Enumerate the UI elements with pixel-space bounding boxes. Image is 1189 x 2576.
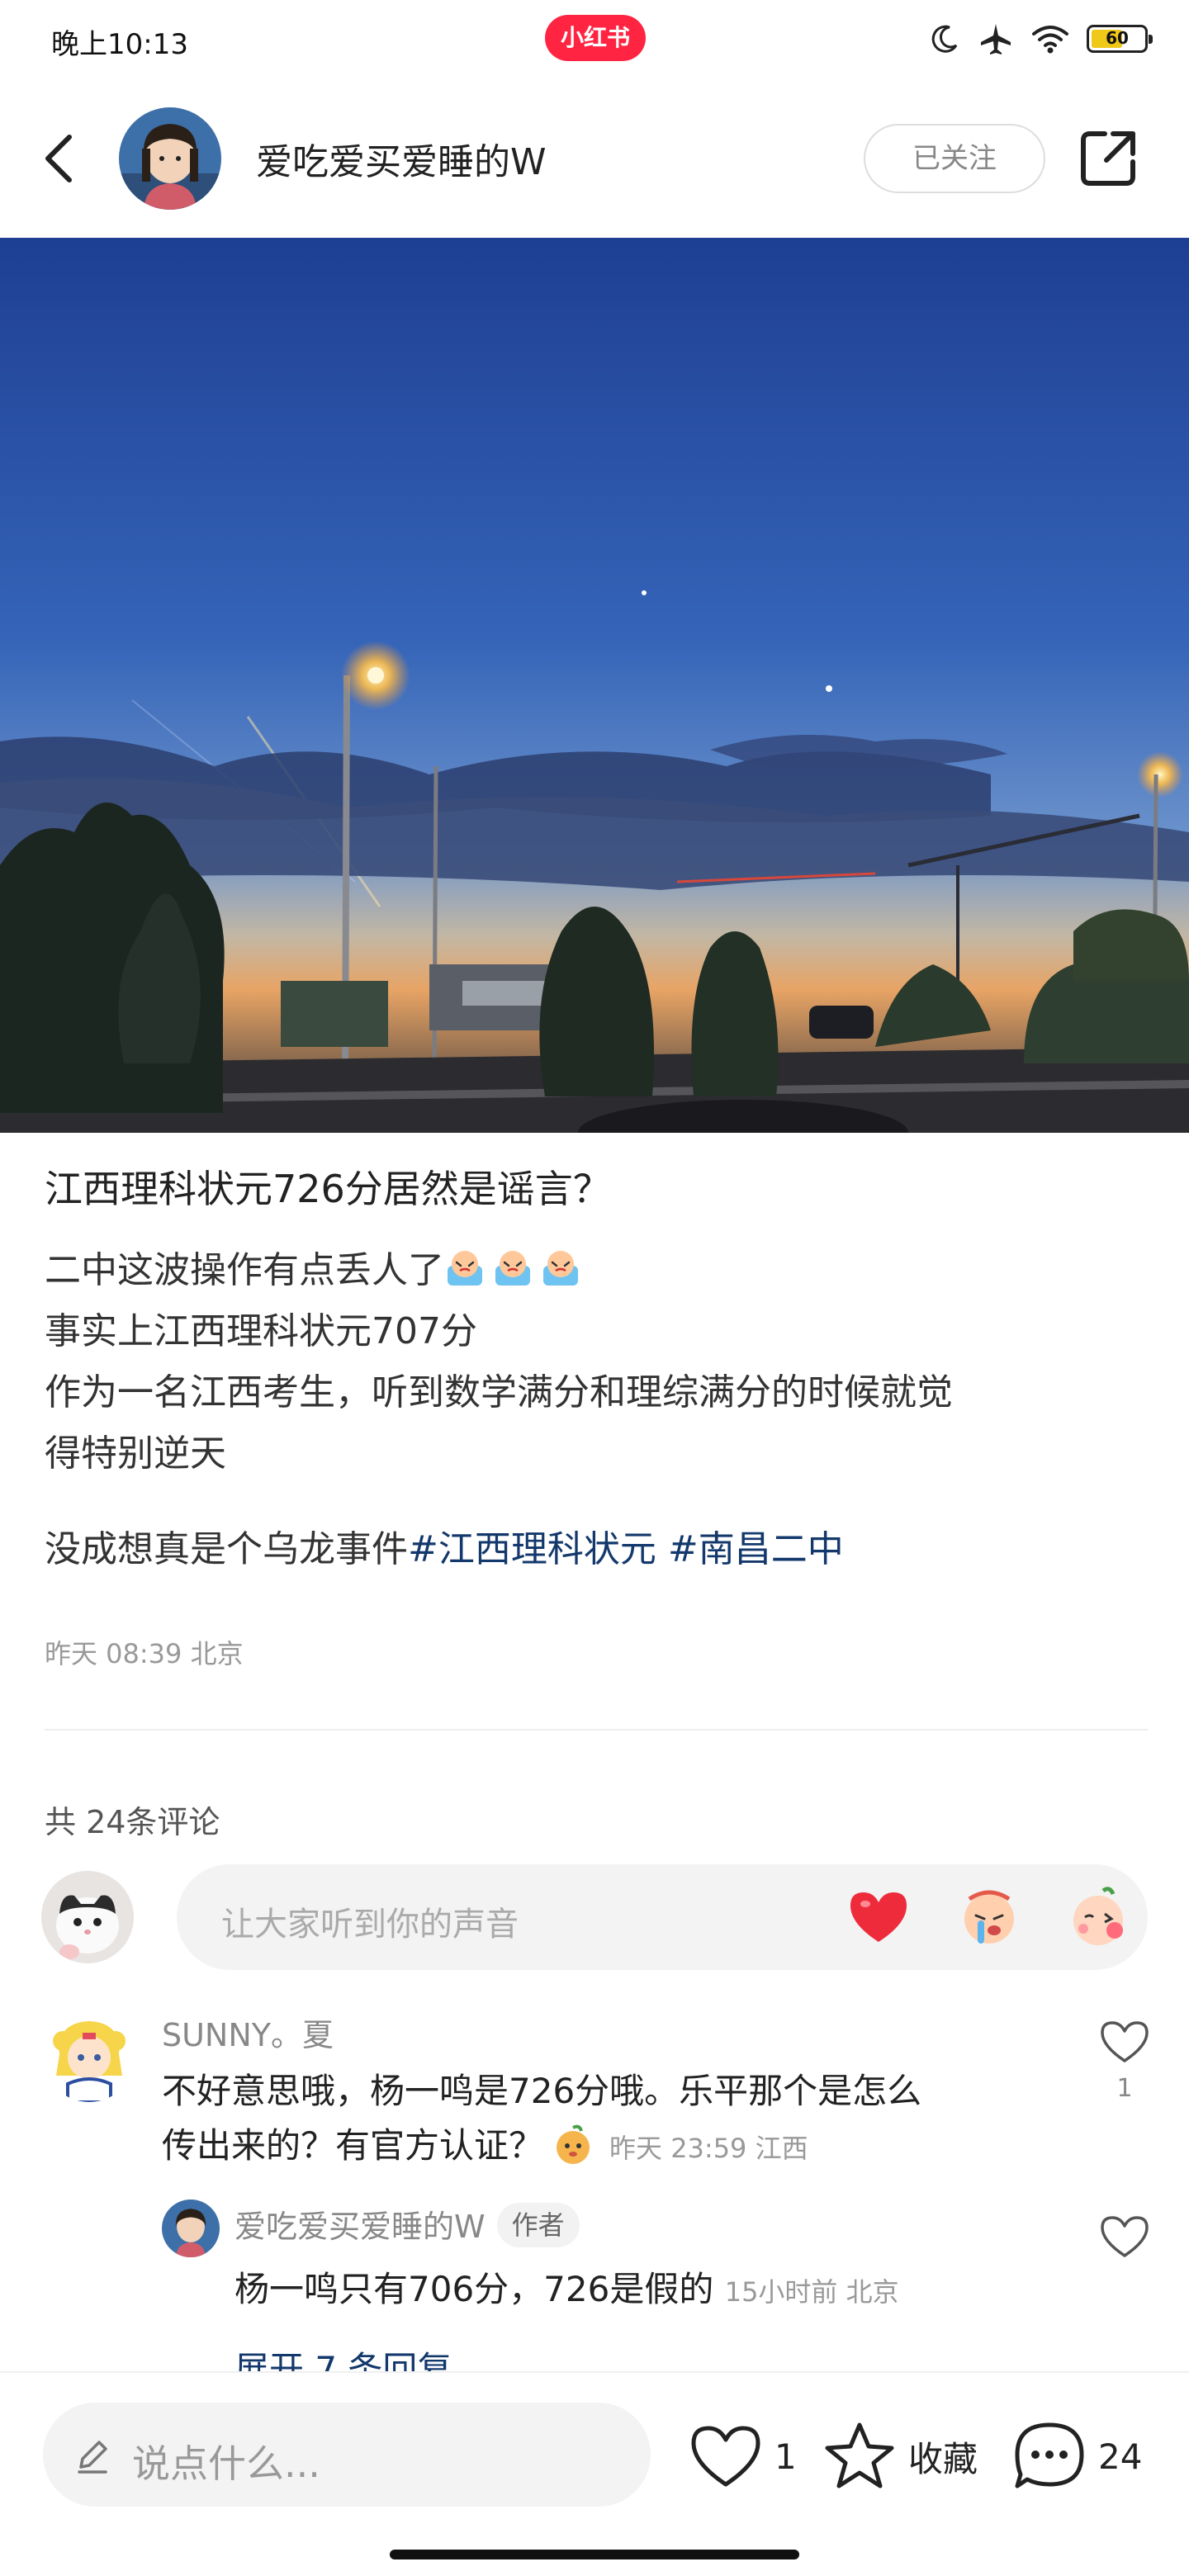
comment-text[interactable]: 不好意思哦，杨一鸣是726分哦。乐平那个是怎么 传出来的？有官方认证？ 昨天 23…	[162, 2064, 1037, 2176]
author-tag: 作者	[496, 2203, 580, 2247]
comment-line: 传出来的？有官方认证？ 昨天 23:59 江西	[162, 2119, 1037, 2176]
reply-text[interactable]: 杨一鸣只有706分，726是假的 15小时前 北京	[234, 2262, 899, 2319]
heart-outline-icon	[1101, 2021, 1149, 2062]
crying-face-emoji-icon[interactable]	[955, 1882, 1024, 1952]
comment-like-button[interactable]: 1	[1092, 2018, 1158, 2103]
reply-like-button[interactable]	[1092, 2213, 1158, 2264]
note-header: 爱吃爱买爱睡的W 已关注	[0, 79, 1189, 238]
expand-replies-button[interactable]: 展开 7 条回复	[234, 2342, 452, 2373]
comment-time: 昨天 23:59 江西	[609, 2133, 808, 2164]
status-icons: 60	[928, 18, 1153, 59]
comment-bubble-icon	[1015, 2422, 1084, 2488]
pencil-icon	[78, 2441, 107, 2474]
sticker-emoji-icon	[557, 2124, 590, 2164]
reply-time: 15小时前 北京	[724, 2276, 899, 2308]
comment-line-text: 传出来的？有官方认证？	[162, 2125, 544, 2166]
airplane-icon	[981, 24, 1011, 54]
hashtag-link[interactable]: #南昌二中	[668, 1528, 844, 1570]
collect-action[interactable]: 收藏	[822, 2419, 978, 2493]
reply-author[interactable]: 爱吃爱买爱睡的W 作者	[234, 2201, 580, 2247]
note-line: 作为一名江西考生，听到数学满分和理综满分的时候就觉	[45, 1371, 953, 1413]
back-button[interactable]	[33, 124, 86, 193]
comment-action[interactable]: 24	[1012, 2419, 1142, 2493]
reply-author-name: 爱吃爱买爱睡的W	[234, 2209, 486, 2245]
note-line: 事实上江西理科状元707分	[45, 1310, 477, 1352]
crying-emoji-icon	[444, 1249, 588, 1291]
note-tags-line: 没成想真是个乌龙事件#江西理科状元 #南昌二中	[45, 1519, 844, 1572]
note-photo[interactable]	[0, 238, 1189, 1133]
commenter-avatar[interactable]	[43, 2010, 135, 2102]
like-action[interactable]: 1	[689, 2419, 797, 2493]
star-outline-icon	[825, 2422, 894, 2488]
battery-level: 60	[1106, 28, 1129, 48]
note-tags-prefix: 没成想真是个乌龙事件	[45, 1528, 408, 1570]
status-bar: 晚上10:13 小红书 60	[0, 0, 1189, 79]
comment-input-placeholder: 让大家听到你的声音	[221, 1906, 519, 1944]
commenter-name[interactable]: SUNNY。夏	[162, 2010, 334, 2055]
battery-icon: 60	[1087, 25, 1153, 53]
reply-text-content: 杨一鸣只有706分，726是假的	[234, 2269, 714, 2309]
note-line: 得特别逆天	[45, 1432, 226, 1475]
home-indicator[interactable]	[390, 2550, 799, 2559]
share-icon[interactable]	[1077, 127, 1139, 190]
my-avatar	[41, 1871, 134, 1963]
note-body: 二中这波操作有点丢人了 事实上江西理科状元707分 作为一名江西考生，听到数学满…	[45, 1240, 1151, 1485]
hashtag-link[interactable]: #江西理科状元	[408, 1528, 656, 1570]
collect-label: 收藏	[908, 2438, 978, 2479]
say-something-input[interactable]: 说点什么...	[43, 2403, 651, 2507]
comment-count-label: 24	[1098, 2436, 1143, 2477]
note-meta: 昨天 08:39 北京	[45, 1638, 244, 1669]
like-count: 1	[775, 2436, 797, 2477]
author-name[interactable]: 爱吃爱买爱睡的W	[256, 132, 547, 185]
note-line: 二中这波操作有点丢人了	[45, 1240, 1151, 1301]
app-badge: 小红书	[545, 15, 646, 61]
comment-line: 不好意思哦，杨一鸣是726分哦。乐平那个是怎么	[162, 2071, 922, 2111]
author-avatar[interactable]	[119, 107, 221, 210]
moon-icon	[931, 25, 958, 53]
heart-emoji-icon[interactable]	[844, 1882, 913, 1952]
comment-like-count: 1	[1116, 2074, 1133, 2103]
note-title: 江西理科状元726分居然是谣言？	[45, 1167, 611, 1211]
divider	[45, 1729, 1148, 1731]
bottom-bar: 说点什么... 1 收藏 24	[0, 2371, 1189, 2576]
heart-outline-icon	[1101, 2216, 1149, 2257]
wifi-icon	[1032, 26, 1068, 54]
reply-avatar[interactable]	[162, 2200, 220, 2257]
comment-count: 共 24条评论	[45, 1804, 220, 1840]
comment-input[interactable]: 让大家听到你的声音	[177, 1864, 1148, 1970]
status-time: 晚上10:13	[51, 28, 188, 61]
note-line-text: 二中这波操作有点丢人了	[45, 1249, 444, 1291]
follow-button[interactable]: 已关注	[864, 124, 1045, 193]
heart-outline-icon	[691, 2426, 760, 2487]
say-something-placeholder: 说点什么...	[132, 2441, 320, 2486]
wink-face-emoji-icon[interactable]	[1063, 1882, 1133, 1952]
